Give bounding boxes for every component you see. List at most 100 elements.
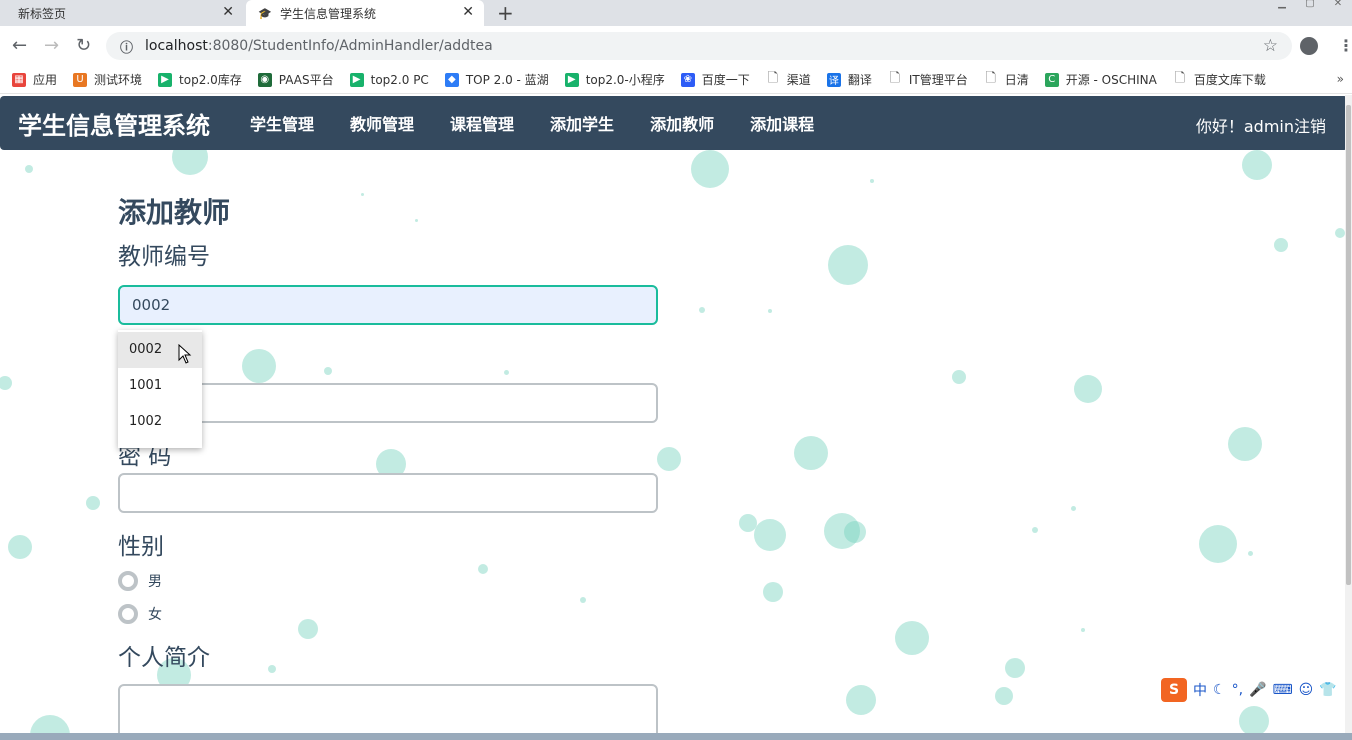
minimize-icon[interactable]: ▁ bbox=[1268, 0, 1296, 10]
window-controls: ▁ ▢ ✕ bbox=[1268, 0, 1352, 10]
bookmark-item[interactable]: ▶ top2.0库存 bbox=[158, 71, 242, 88]
close-icon[interactable]: ✕ bbox=[462, 4, 474, 20]
bookmark-item[interactable]: 🗋 百度文库下载 bbox=[1173, 71, 1266, 88]
menu-kebab-icon[interactable]: ⋮ bbox=[1338, 36, 1352, 55]
background-bubble bbox=[1239, 706, 1269, 736]
tab-label: 新标签页 bbox=[18, 6, 67, 21]
apps-grid-icon: ▦ bbox=[12, 72, 26, 87]
background-bubble bbox=[995, 687, 1013, 705]
graduation-cap-icon: 🎓 bbox=[258, 6, 272, 20]
background-bubble bbox=[1081, 628, 1085, 632]
browser-toolbar: ← → ↻ ⓘ localhost:8080/StudentInfo/Admin… bbox=[0, 26, 1352, 66]
nav-add-teacher[interactable]: 添加教师 bbox=[650, 111, 714, 135]
background-bubble bbox=[657, 447, 681, 471]
user-logout-link[interactable]: 你好！admin注销 bbox=[1196, 113, 1326, 137]
bookmark-u-icon: U bbox=[73, 72, 88, 87]
bookmark-play-icon: ▶ bbox=[158, 72, 173, 87]
bookmark-label: top2.0 PC bbox=[370, 72, 429, 87]
background-bubble bbox=[828, 245, 868, 285]
intro-textarea[interactable] bbox=[118, 684, 658, 740]
bookmark-label: TOP 2.0 - 蓝湖 bbox=[465, 73, 549, 87]
window-close-icon[interactable]: ✕ bbox=[1324, 0, 1352, 10]
back-arrow-icon[interactable]: ← bbox=[12, 35, 27, 56]
bookmarks-more-icon[interactable]: » bbox=[1337, 72, 1344, 86]
moon-icon[interactable]: ☾ bbox=[1213, 682, 1226, 698]
nav-student-manage[interactable]: 学生管理 bbox=[250, 111, 314, 135]
address-bar[interactable]: ⓘ localhost:8080/StudentInfo/AdminHandle… bbox=[106, 32, 1292, 60]
ime-mode[interactable]: 中 bbox=[1193, 680, 1207, 700]
gender-male-option[interactable]: 男 bbox=[118, 571, 658, 591]
browser-tab-strip: 新标签页 ✕ 🎓 学生信息管理系统 ✕ + ▁ ▢ ✕ bbox=[0, 0, 1352, 26]
new-tab-plus-icon[interactable]: + bbox=[497, 1, 514, 25]
bookmark-label: 渠道 bbox=[786, 73, 811, 87]
scrollbar-thumb[interactable] bbox=[1346, 105, 1351, 585]
reload-icon[interactable]: ↻ bbox=[76, 35, 91, 56]
microphone-icon[interactable]: 🎤 bbox=[1249, 682, 1266, 698]
background-bubble bbox=[763, 582, 783, 602]
bookmark-label: top2.0库存 bbox=[179, 73, 242, 87]
bookmark-item[interactable]: ◉ PAAS平台 bbox=[257, 71, 334, 88]
site-navbar: 学生信息管理系统 学生管理 教师管理 课程管理 添加学生 添加教师 添加课程 你… bbox=[0, 96, 1348, 150]
close-icon[interactable]: ✕ bbox=[222, 4, 234, 20]
bookmark-label: 翻译 bbox=[847, 73, 872, 87]
bookmark-item[interactable]: ▶ top2.0 PC bbox=[349, 72, 429, 87]
user-icon[interactable]: ☺ bbox=[1299, 682, 1314, 698]
bookmark-item[interactable]: 🗋 渠道 bbox=[766, 71, 811, 88]
radio-female[interactable] bbox=[118, 604, 138, 624]
background-bubble bbox=[0, 376, 12, 390]
bookmarks-bar: ▦ 应用 U 测试环境 ▶ top2.0库存 ◉ PAAS平台 ▶ top2.0 PC ◆ TOP 2… bbox=[0, 66, 1352, 94]
keyboard-icon[interactable]: ⌨ bbox=[1272, 682, 1292, 698]
bookmark-star-icon[interactable]: ☆ bbox=[1263, 36, 1278, 56]
background-bubble bbox=[952, 370, 966, 384]
autocomplete-option[interactable]: 1002 bbox=[118, 404, 202, 440]
bookmark-label: PAAS平台 bbox=[278, 73, 334, 87]
page-icon: 🗋 bbox=[985, 70, 996, 86]
background-bubble bbox=[8, 535, 32, 559]
bookmark-item[interactable]: ❀ 百度一下 bbox=[680, 71, 750, 88]
background-bubble bbox=[768, 309, 772, 313]
background-bubble bbox=[1247, 550, 1253, 556]
url-host: localhost bbox=[145, 38, 208, 54]
bookmark-item[interactable]: ▦ 应用 bbox=[12, 71, 57, 88]
bookmark-lanhu-icon: ◆ bbox=[444, 72, 459, 87]
tab-new-tab[interactable]: 新标签页 ✕ bbox=[0, 0, 244, 26]
maximize-icon[interactable]: ▢ bbox=[1296, 0, 1324, 10]
bookmark-item[interactable]: ▶ top2.0-小程序 bbox=[564, 71, 665, 88]
bookmark-label: 开源 - OSCHINA bbox=[1065, 73, 1157, 87]
background-bubble bbox=[1074, 375, 1102, 403]
shirt-icon[interactable]: 👕 bbox=[1319, 682, 1336, 698]
gender-female-option[interactable]: 女 bbox=[118, 604, 658, 624]
bookmark-item[interactable]: C 开源 - OSCHINA bbox=[1044, 71, 1157, 88]
page-title: 添加教师 bbox=[118, 196, 231, 229]
bookmark-label: 测试环境 bbox=[94, 73, 143, 87]
forward-arrow-icon[interactable]: → bbox=[44, 35, 59, 56]
bookmark-item[interactable]: 🗋 日清 bbox=[984, 70, 1028, 88]
bookmark-item[interactable]: 🗋 IT管理平台 bbox=[888, 71, 968, 88]
bookmark-play-icon: ▶ bbox=[349, 72, 364, 87]
oschina-icon: C bbox=[1044, 72, 1059, 87]
nav-course-manage[interactable]: 课程管理 bbox=[450, 111, 514, 135]
teacher-id-input[interactable]: 0002 bbox=[118, 285, 658, 325]
background-bubble bbox=[25, 165, 33, 173]
background-bubble bbox=[794, 436, 828, 470]
info-icon[interactable]: ⓘ bbox=[120, 37, 133, 56]
bookmark-item[interactable]: ◆ TOP 2.0 - 蓝湖 bbox=[444, 71, 549, 88]
nav-teacher-manage[interactable]: 教师管理 bbox=[350, 111, 414, 135]
background-bubble bbox=[86, 496, 100, 510]
bookmark-item[interactable]: 译翻译 bbox=[826, 71, 872, 88]
tab-student-system[interactable]: 🎓 学生信息管理系统 ✕ bbox=[246, 0, 484, 26]
background-bubble bbox=[1005, 658, 1025, 678]
ime-toolbar: S 中 ☾ °, 🎤 ⌨ ☺ 👕 bbox=[1157, 677, 1341, 703]
password-input[interactable] bbox=[118, 473, 658, 513]
nav-add-student[interactable]: 添加学生 bbox=[550, 111, 614, 135]
nav-add-course[interactable]: 添加课程 bbox=[750, 111, 814, 135]
autocomplete-option[interactable]: 1001 bbox=[118, 368, 202, 404]
sogou-logo-icon[interactable]: S bbox=[1161, 678, 1187, 702]
radio-male[interactable] bbox=[118, 571, 138, 591]
site-brand[interactable]: 学生信息管理系统 bbox=[18, 106, 210, 141]
punctuation-icon[interactable]: °, bbox=[1232, 682, 1243, 698]
background-bubble bbox=[699, 307, 705, 313]
page-icon: 🗋 bbox=[889, 70, 901, 86]
bookmark-item[interactable]: U 测试环境 bbox=[73, 71, 142, 88]
profile-avatar-icon[interactable] bbox=[1300, 37, 1318, 55]
